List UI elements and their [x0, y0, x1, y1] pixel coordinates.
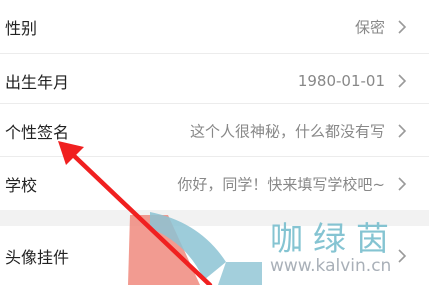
- gender-value: 保密: [354, 18, 385, 36]
- school-value: 你好，同学！快来填写学校吧~: [177, 175, 385, 193]
- watermark-url: www.kalvin.cn: [270, 256, 392, 276]
- chevron-right-icon: [398, 176, 407, 191]
- gender-label: 性别: [5, 18, 38, 38]
- chevron-right-icon: [398, 123, 407, 138]
- signature-row[interactable]: 个性签名 这个人很神秘，什么都没有写: [0, 104, 429, 157]
- watermark-text: 咖绿茵: [270, 219, 399, 258]
- birth-date-row[interactable]: 出生年月 1980-01-01: [0, 54, 429, 107]
- birth-date-label: 出生年月: [5, 72, 70, 92]
- chevron-right-icon: [398, 73, 407, 88]
- gender-row[interactable]: 性别 保密: [0, 0, 429, 53]
- birth-date-value: 1980-01-01: [297, 71, 385, 90]
- avatar-pendant-label: 头像挂件: [5, 247, 70, 267]
- chevron-right-icon: [398, 19, 407, 34]
- school-label: 学校: [5, 175, 38, 195]
- signature-value: 这个人很神秘，什么都没有写: [189, 122, 385, 140]
- school-row[interactable]: 学校 你好，同学！快来填写学校吧~: [0, 157, 429, 210]
- profile-info-group: 性别 保密 出生年月 1980-01-01 个性签名 这个人很神秘，什么都没有写…: [0, 0, 429, 210]
- signature-label: 个性签名: [5, 122, 70, 142]
